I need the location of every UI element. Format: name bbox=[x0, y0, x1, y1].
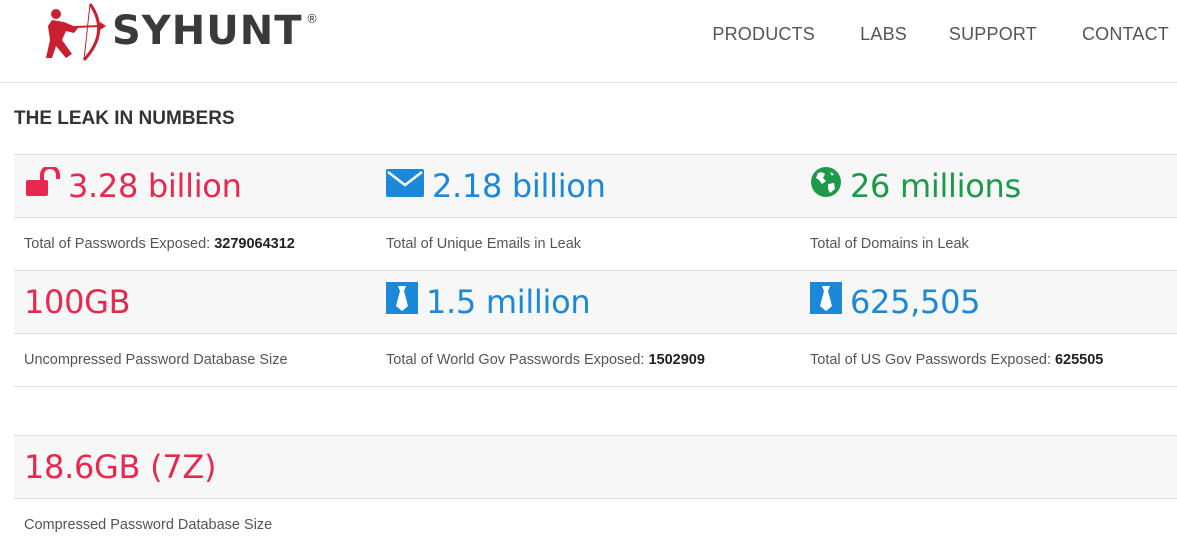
stats-row-values: 18.6GB (7Z) bbox=[14, 435, 1177, 498]
nav-contact[interactable]: CONTACT bbox=[1082, 24, 1169, 45]
nav-products[interactable]: PRODUCTS bbox=[712, 24, 815, 45]
stats-row-labels: Compressed Password Database Size bbox=[14, 498, 1177, 551]
stats-table: 3.28 billion 2.18 billion 26 millions To… bbox=[14, 154, 1177, 551]
passwords-label: Total of Passwords Exposed: bbox=[24, 236, 211, 252]
stat-compressed: 18.6GB (7Z) bbox=[24, 436, 216, 498]
stat-us-gov: 625,505 bbox=[810, 271, 981, 333]
globe-icon bbox=[810, 166, 842, 206]
world-gov-value: 1.5 million bbox=[426, 283, 591, 321]
nav-support[interactable]: SUPPORT bbox=[949, 24, 1037, 45]
domains-label-cell: Total of Domains in Leak bbox=[810, 218, 969, 270]
compressed-label-cell: Compressed Password Database Size bbox=[24, 499, 272, 551]
stat-db-size: 100GB bbox=[24, 271, 131, 333]
passwords-value: 3.28 billion bbox=[68, 167, 242, 205]
us-gov-label-cell: Total of US Gov Passwords Exposed: 62550… bbox=[810, 334, 1103, 386]
passwords-detail: 3279064312 bbox=[214, 236, 295, 252]
tie-icon bbox=[810, 282, 842, 322]
stats-row-labels: Total of Passwords Exposed: 3279064312 T… bbox=[14, 217, 1177, 270]
emails-value: 2.18 billion bbox=[432, 167, 606, 205]
db-size-label-cell: Uncompressed Password Database Size bbox=[24, 334, 288, 386]
syhunt-logo[interactable]: SYHUNT ® bbox=[44, 0, 324, 66]
tie-icon bbox=[386, 282, 418, 322]
db-size-value: 100GB bbox=[24, 283, 131, 321]
emails-label: Total of Unique Emails in Leak bbox=[386, 236, 582, 252]
unlock-icon bbox=[24, 165, 60, 205]
world-gov-detail: 1502909 bbox=[648, 352, 705, 368]
us-gov-label: Total of US Gov Passwords Exposed: bbox=[810, 352, 1051, 368]
nav-labs[interactable]: LABS bbox=[860, 24, 907, 45]
us-gov-value: 625,505 bbox=[850, 283, 981, 321]
registered-mark-icon: ® bbox=[306, 12, 318, 26]
db-size-label: Uncompressed Password Database Size bbox=[24, 352, 288, 368]
stats-row-labels: Uncompressed Password Database Size Tota… bbox=[14, 333, 1177, 386]
site-header: SYHUNT ® PRODUCTS LABS SUPPORT CONTACT bbox=[0, 0, 1177, 83]
us-gov-detail: 625505 bbox=[1054, 352, 1104, 368]
stat-world-gov: 1.5 million bbox=[386, 271, 591, 333]
compressed-value: 18.6GB (7Z) bbox=[24, 448, 217, 486]
stat-emails: 2.18 billion bbox=[386, 155, 606, 217]
stats-row-values: 100GB 1.5 million 625,505 bbox=[14, 270, 1177, 333]
passwords-label-cell: Total of Passwords Exposed: 3279064312 bbox=[24, 218, 295, 270]
logo-wordmark: SYHUNT bbox=[112, 8, 303, 54]
stat-domains: 26 millions bbox=[810, 155, 1021, 217]
domains-label: Total of Domains in Leak bbox=[810, 236, 969, 252]
emails-label-cell: Total of Unique Emails in Leak bbox=[386, 218, 581, 270]
section-title: THE LEAK IN NUMBERS bbox=[14, 108, 235, 129]
world-gov-label-cell: Total of World Gov Passwords Exposed: 15… bbox=[386, 334, 705, 386]
row-spacer bbox=[14, 386, 1177, 435]
compressed-label: Compressed Password Database Size bbox=[24, 517, 273, 533]
stats-row-values: 3.28 billion 2.18 billion 26 millions bbox=[14, 154, 1177, 217]
world-gov-label: Total of World Gov Passwords Exposed: bbox=[386, 352, 645, 368]
stat-passwords: 3.28 billion bbox=[24, 155, 242, 217]
envelope-icon bbox=[386, 167, 424, 205]
domains-value: 26 millions bbox=[850, 167, 1021, 205]
